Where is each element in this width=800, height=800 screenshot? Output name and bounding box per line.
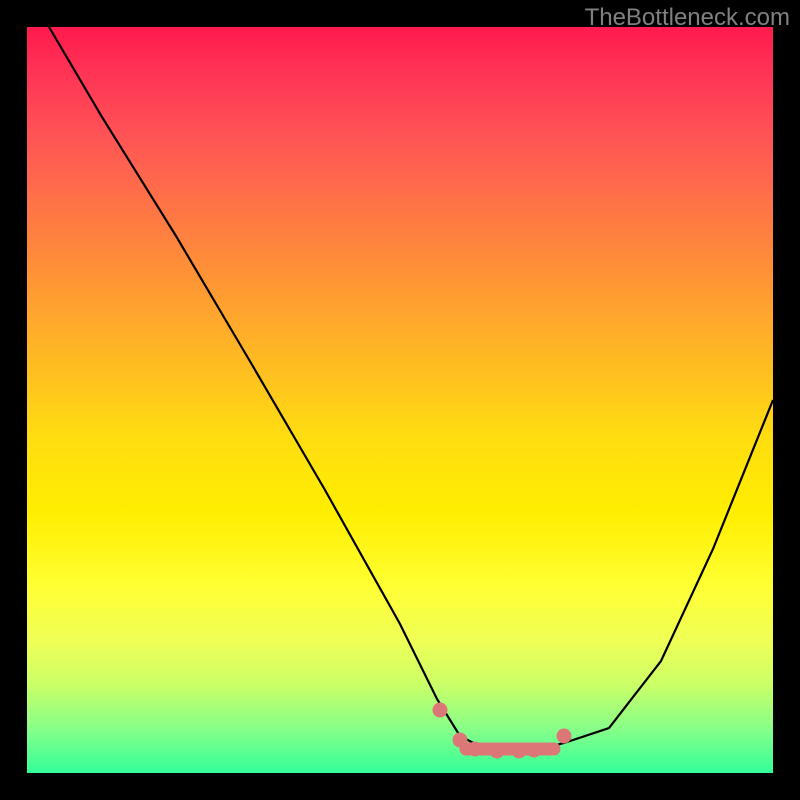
curve-svg: [27, 27, 773, 773]
bottleneck-curve-line: [49, 27, 773, 751]
watermark-text: TheBottleneck.com: [585, 4, 790, 32]
highlight-dots: [433, 703, 571, 758]
plot-area: [27, 27, 773, 773]
chart-container: TheBottleneck.com: [0, 0, 800, 800]
